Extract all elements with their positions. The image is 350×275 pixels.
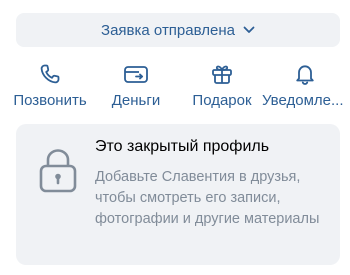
money-label: Деньги	[111, 92, 161, 109]
request-sent-label: Заявка отправлена	[101, 21, 235, 39]
bell-icon	[292, 61, 318, 87]
profile-section: Заявка отправлена Позвонить Деньги Подар…	[0, 0, 350, 275]
action-bar: Позвонить Деньги Подарок Уведомле...	[0, 58, 350, 114]
call-label: Позвонить	[13, 92, 87, 109]
notifications-label: Уведомле...	[262, 92, 344, 109]
money-icon	[123, 61, 149, 87]
gift-button[interactable]: Подарок	[186, 58, 258, 114]
private-profile-title: Это закрытый профиль	[95, 138, 270, 155]
private-profile-card: Это закрытый профиль Добавьте Славентия …	[16, 124, 340, 265]
request-sent-button[interactable]: Заявка отправлена	[16, 13, 340, 47]
chevron-down-icon	[243, 24, 255, 36]
notifications-button[interactable]: Уведомле...	[262, 58, 348, 114]
gift-label: Подарок	[192, 92, 252, 109]
money-button[interactable]: Деньги	[104, 58, 168, 114]
lock-icon	[38, 148, 78, 194]
call-button[interactable]: Позвонить	[6, 58, 94, 114]
gift-icon	[209, 61, 235, 87]
phone-icon	[37, 61, 63, 87]
private-profile-description: Добавьте Славентия в друзья, чтобы смотр…	[95, 169, 320, 227]
